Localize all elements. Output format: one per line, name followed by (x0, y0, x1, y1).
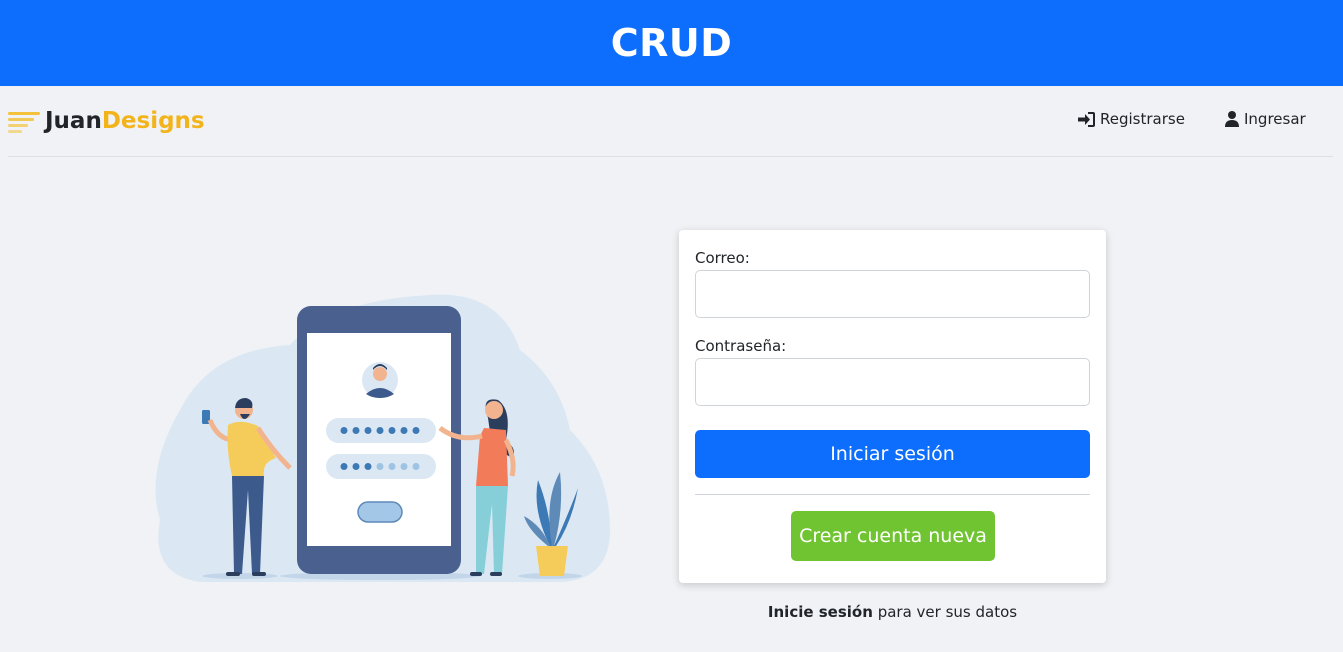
login-illustration (155, 294, 610, 582)
password-label: Contraseña: (695, 337, 787, 355)
brand-name-part1: Juan (45, 108, 102, 134)
nav-login-label: Ingresar (1244, 110, 1306, 128)
brand-name-part2: Designs (101, 108, 205, 134)
login-hint: Inicie sesión para ver sus datos (679, 603, 1106, 621)
nav-register-link[interactable]: Registrarse (1078, 110, 1185, 128)
nav-login-link[interactable]: Ingresar (1225, 110, 1306, 128)
navbar: JuanDesigns Registrarse Ingresar (8, 86, 1333, 157)
create-account-button[interactable]: Crear cuenta nueva (791, 511, 995, 561)
top-banner: CRUD (0, 0, 1343, 86)
brand-logo[interactable]: JuanDesigns (8, 106, 205, 136)
user-icon (1225, 111, 1239, 127)
divider (695, 494, 1090, 495)
sign-in-icon (1078, 111, 1095, 127)
login-hint-text: para ver sus datos (872, 603, 1018, 621)
email-field[interactable] (695, 270, 1090, 318)
page-title: CRUD (610, 21, 733, 65)
login-hint-bold: Inicie sesión (767, 603, 873, 621)
password-field[interactable] (695, 358, 1090, 406)
nav-register-label: Registrarse (1100, 110, 1185, 128)
email-label: Correo: (695, 249, 750, 267)
brand-name: JuanDesigns (45, 108, 205, 134)
login-button[interactable]: Iniciar sesión (695, 430, 1090, 478)
speed-lines-icon (8, 110, 42, 133)
login-card: Correo: Contraseña: Iniciar sesión Crear… (679, 230, 1106, 583)
